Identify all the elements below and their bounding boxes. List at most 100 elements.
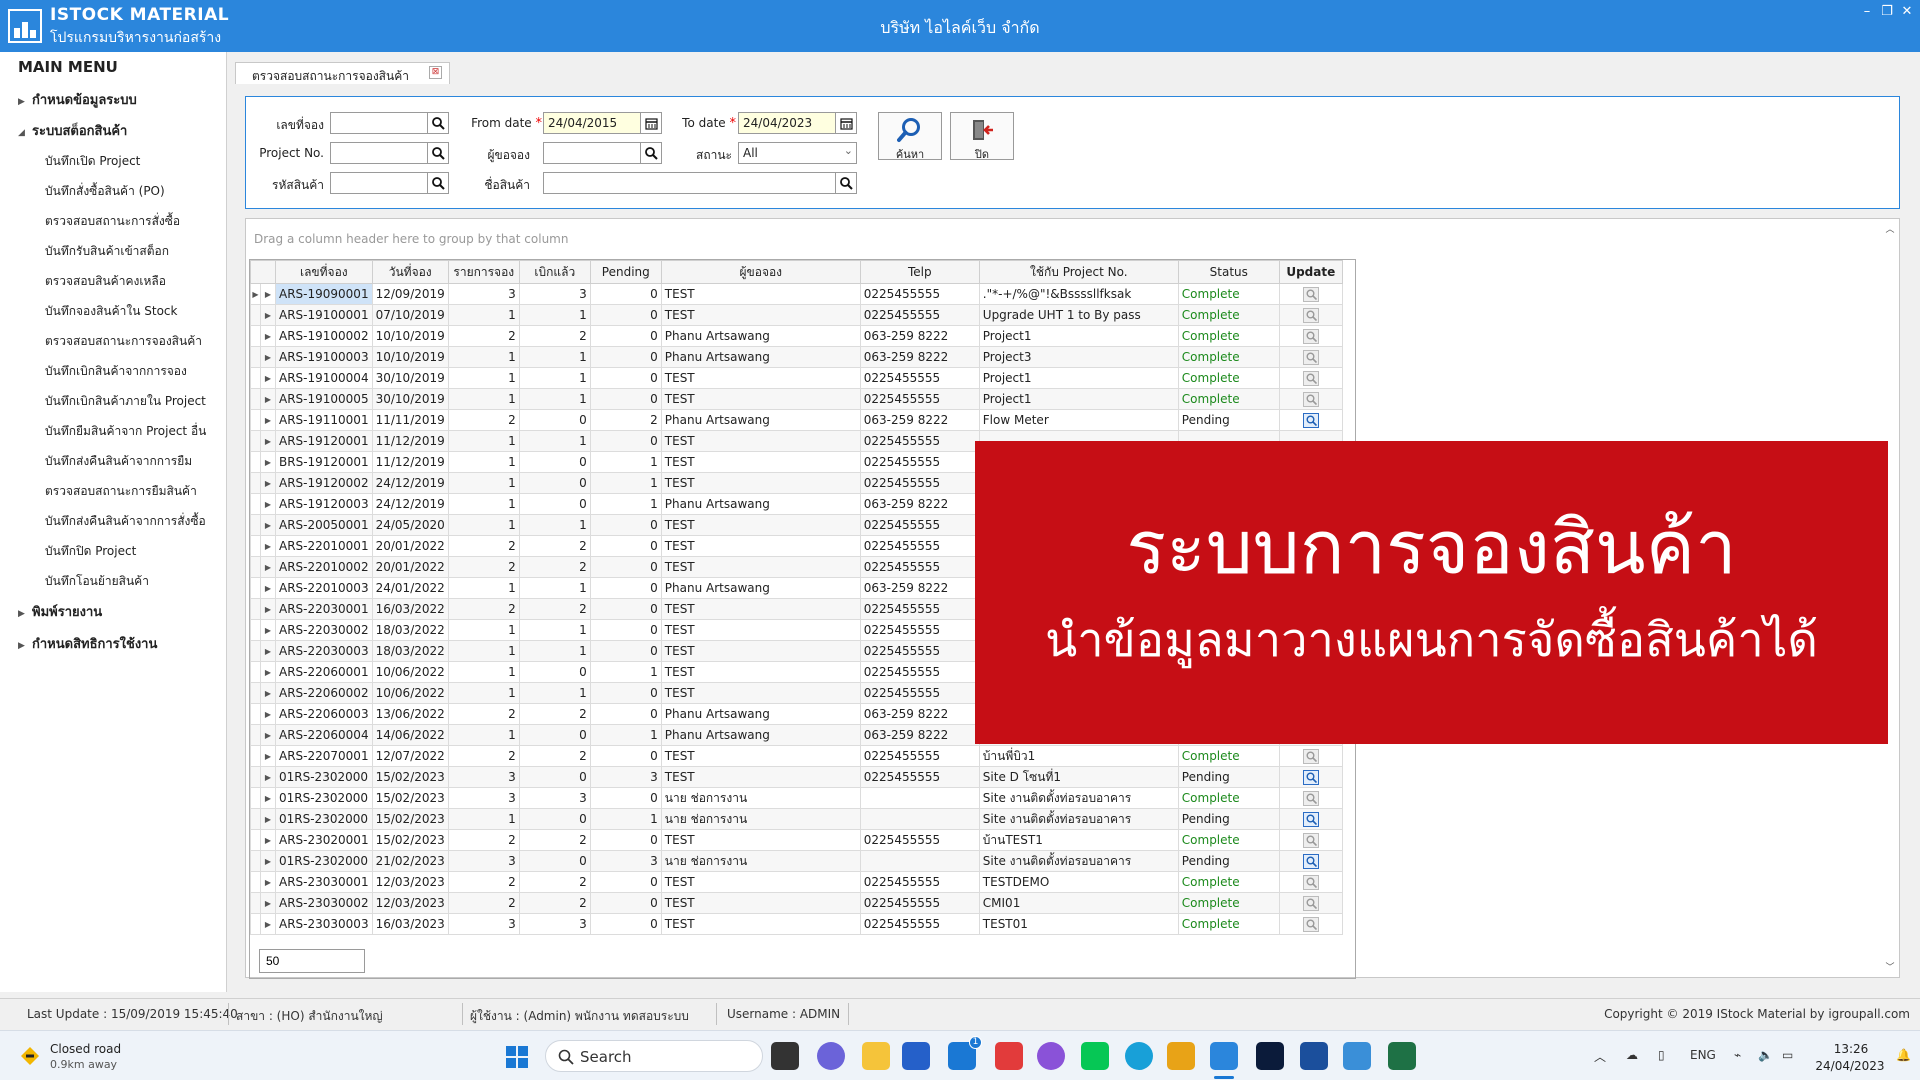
- row-indicator[interactable]: [250, 472, 261, 494]
- expand-row-icon[interactable]: ▶: [260, 766, 276, 788]
- col-header-telp[interactable]: Telp: [859, 260, 980, 284]
- expand-row-icon[interactable]: ▶: [260, 430, 276, 452]
- sidebar-item[interactable]: บันทึกรับสินค้าเข้าสต็อก: [45, 242, 169, 261]
- expand-row-icon[interactable]: ▶: [260, 745, 276, 767]
- sidebar-item[interactable]: บันทึกเบิกสินค้าจากการจอง: [45, 362, 187, 381]
- calendar-icon[interactable]: [835, 112, 857, 134]
- update-detail-icon[interactable]: [1302, 916, 1319, 932]
- row-indicator[interactable]: [250, 451, 261, 473]
- search-icon[interactable]: [835, 172, 857, 194]
- teams-chat-icon[interactable]: [817, 1042, 845, 1070]
- row-indicator[interactable]: [250, 682, 261, 704]
- from-date-input[interactable]: [543, 112, 641, 134]
- sidebar-item[interactable]: บันทึกยืมสินค้าจาก Project อื่น: [45, 422, 206, 441]
- restore-icon[interactable]: ❐: [1880, 4, 1894, 19]
- expand-row-icon[interactable]: ▶: [260, 556, 276, 578]
- row-indicator[interactable]: [250, 388, 261, 410]
- row-indicator[interactable]: [250, 304, 261, 326]
- requester-input[interactable]: [543, 142, 641, 164]
- col-header-issued[interactable]: เบิกแล้ว: [518, 260, 591, 284]
- col-header-project[interactable]: ใช้กับ Project No.: [978, 260, 1179, 284]
- expand-row-icon[interactable]: ▶: [260, 724, 276, 746]
- search-icon[interactable]: [427, 172, 449, 194]
- expand-row-icon[interactable]: ▶: [260, 661, 276, 683]
- col-header-update[interactable]: Update: [1278, 260, 1343, 284]
- expand-row-icon[interactable]: ▶: [260, 325, 276, 347]
- microsoft-store-icon[interactable]: [902, 1042, 930, 1070]
- col-header-date[interactable]: วันที่จอง: [371, 260, 449, 284]
- row-indicator[interactable]: [250, 535, 261, 557]
- expand-row-icon[interactable]: ▶: [260, 808, 276, 830]
- row-indicator[interactable]: [250, 367, 261, 389]
- sidebar-item[interactable]: บันทึกปิด Project: [45, 542, 136, 561]
- menu-group-reports[interactable]: ▶ พิมพ์รายงาน: [18, 601, 102, 622]
- menu-group-stock-system[interactable]: ◢ ระบบสต็อกสินค้า: [18, 120, 127, 141]
- update-detail-icon[interactable]: [1302, 790, 1319, 806]
- row-indicator[interactable]: [250, 661, 261, 683]
- row-indicator[interactable]: [250, 493, 261, 515]
- expand-row-icon[interactable]: ▶: [260, 535, 276, 557]
- expand-row-icon[interactable]: ▶: [260, 367, 276, 389]
- product-code-input[interactable]: [330, 172, 428, 194]
- clock-time[interactable]: 13:26: [1816, 1042, 1886, 1056]
- expand-row-icon[interactable]: ▶: [260, 619, 276, 641]
- row-indicator[interactable]: [250, 325, 261, 347]
- row-indicator[interactable]: [250, 409, 261, 431]
- row-indicator[interactable]: [250, 745, 261, 767]
- expand-row-icon[interactable]: ▶: [260, 892, 276, 914]
- status-select[interactable]: All ⌄: [738, 142, 857, 164]
- excel-icon[interactable]: [1388, 1042, 1416, 1070]
- row-indicator[interactable]: [250, 640, 261, 662]
- table-row[interactable]: ▶ ARS-19100002 10/10/2019 2 2 0 Phanu Artsawan…: [250, 325, 1343, 347]
- expand-row-icon[interactable]: ▶: [260, 913, 276, 935]
- row-indicator[interactable]: [250, 577, 261, 599]
- sidebar-item[interactable]: ตรวจสอบสินค้าคงเหลือ: [45, 272, 166, 291]
- tab-reservation-status[interactable]: ตรวจสอบสถานะการจองสินค้า ⊠: [235, 62, 450, 84]
- expand-row-icon[interactable]: ▶: [260, 787, 276, 809]
- update-detail-icon[interactable]: [1302, 307, 1319, 323]
- sidebar-item[interactable]: ตรวจสอบสถานะการยืมสินค้า: [45, 482, 197, 501]
- chevron-up-icon[interactable]: ︿: [1883, 222, 1897, 236]
- close-tab-icon[interactable]: ⊠: [429, 66, 442, 79]
- col-header-items[interactable]: รายการจอง: [447, 260, 520, 284]
- sidebar-item[interactable]: บันทึกส่งคืนสินค้าจากการสั่งซื้อ: [45, 512, 206, 531]
- expand-row-icon[interactable]: ▶: [260, 409, 276, 431]
- search-button[interactable]: ค้นหา: [878, 112, 942, 161]
- weather-title[interactable]: Closed road: [50, 1042, 121, 1056]
- sidebar-item-reservation-status[interactable]: ตรวจสอบสถานะการจองสินค้า: [45, 332, 202, 351]
- table-row[interactable]: ▶ 01RS-2302000 15/02/2023 3 3 0 นาย ช่อการงาน S…: [250, 787, 1343, 809]
- battery-icon[interactable]: ▭: [1782, 1048, 1793, 1062]
- table-row[interactable]: ▶ 01RS-2302000 21/02/2023 3 0 3 นาย ช่อการงาน S…: [250, 850, 1343, 872]
- table-row[interactable]: ▶ ARS-23030001 12/03/2023 2 2 0 TEST 0225455555…: [250, 871, 1343, 893]
- expand-row-icon[interactable]: ▶: [260, 829, 276, 851]
- usb-icon[interactable]: ▯: [1658, 1048, 1665, 1062]
- row-indicator[interactable]: [250, 787, 261, 809]
- edge-browser-icon[interactable]: [1125, 1042, 1153, 1070]
- expand-row-icon[interactable]: ▶: [260, 346, 276, 368]
- sidebar-item[interactable]: บันทึกส่งคืนสินค้าจากการยืม: [45, 452, 192, 471]
- row-indicator[interactable]: [250, 598, 261, 620]
- table-row[interactable]: ▶ 01RS-2302000 15/02/2023 3 0 3 TEST 0225455555…: [250, 766, 1343, 788]
- table-row[interactable]: ▶ ▶ ARS-19090001 12/09/2019 3 3 0 TEST 022545555…: [250, 283, 1343, 305]
- row-indicator[interactable]: [250, 829, 261, 851]
- search-icon[interactable]: [640, 142, 662, 164]
- sidebar-item[interactable]: บันทึกเปิด Project: [45, 152, 140, 171]
- menu-group-permissions[interactable]: ▶ กำหนดสิทธิการใช้งาน: [18, 633, 157, 654]
- expand-row-icon[interactable]: ▶: [260, 493, 276, 515]
- table-row[interactable]: ▶ ARS-19100005 30/10/2019 1 1 0 TEST 0225455555…: [250, 388, 1343, 410]
- table-row[interactable]: ▶ ARS-19110001 11/11/2019 2 0 2 Phanu Artsawan…: [250, 409, 1343, 431]
- expand-row-icon[interactable]: ▶: [260, 451, 276, 473]
- expand-row-icon[interactable]: ▶: [260, 598, 276, 620]
- gift-app-icon[interactable]: [995, 1042, 1023, 1070]
- row-indicator[interactable]: [250, 871, 261, 893]
- road-warning-icon[interactable]: [20, 1046, 40, 1066]
- search-icon[interactable]: [427, 112, 449, 134]
- update-detail-icon[interactable]: [1302, 895, 1319, 911]
- expand-row-icon[interactable]: ▶: [260, 304, 276, 326]
- table-row[interactable]: ▶ ARS-23030003 16/03/2023 3 3 0 TEST 0225455555…: [250, 913, 1343, 935]
- row-indicator[interactable]: [250, 850, 261, 872]
- update-detail-icon[interactable]: [1302, 853, 1319, 869]
- photoshop-icon[interactable]: [1256, 1042, 1284, 1070]
- cloud-icon[interactable]: ☁: [1626, 1048, 1638, 1062]
- task-view-icon[interactable]: [771, 1042, 799, 1070]
